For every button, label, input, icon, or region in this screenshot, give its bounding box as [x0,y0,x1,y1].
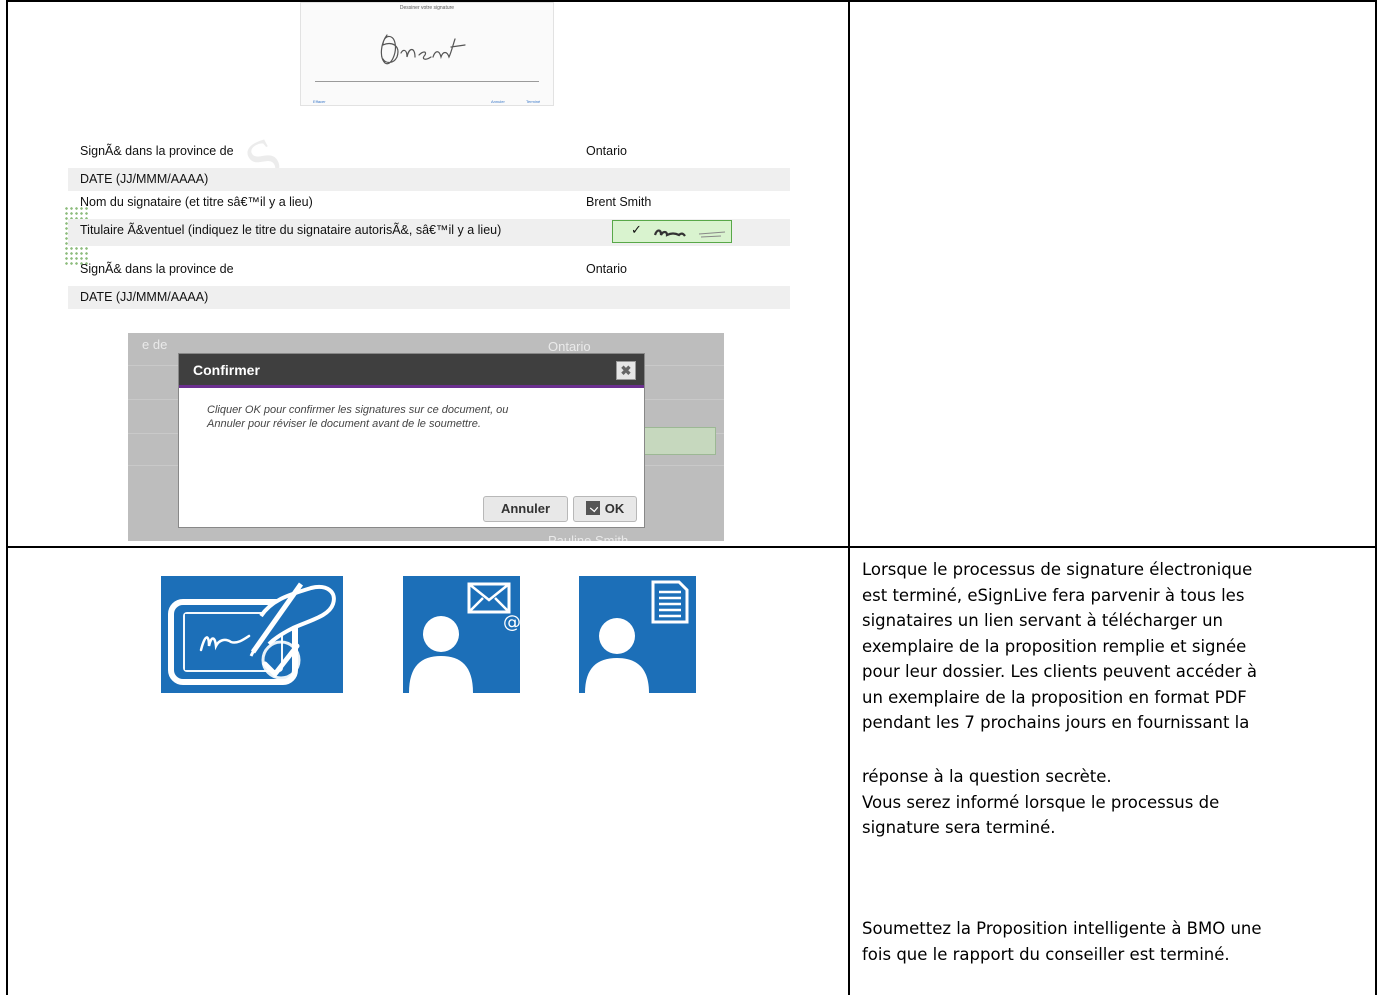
table-border-left [6,0,8,995]
text-line: un exemplaire de la proposition en forma… [862,687,1247,707]
info-paragraph: Lorsque le processus de signature électr… [862,557,1257,736]
form-row-label: Nom du signataire (et titre sâ€™il y a l… [80,195,313,209]
form-row: Nom du signataire (et titre sâ€™il y a l… [68,191,790,214]
text-line: signataires un lien servant à télécharge… [862,611,1223,630]
bg-signature-box [640,427,716,455]
form-row-label: SignÃ& dans la province de [80,262,234,276]
bg-text: Pauline Smith [548,533,629,541]
form-row: SignÃ& dans la province de Ontario [68,258,790,281]
table-border-top [6,0,1377,2]
signature-baseline [315,81,539,82]
form-row: SignÃ& dans la province de Ontario [68,140,790,163]
dialog-message-line: Cliquer OK pour confirmer les signatures… [207,404,509,416]
text-line: Lorsque le processus de signature électr… [862,560,1253,579]
form-row: DATE (JJ/MMM/AAAA) [68,168,790,191]
cancel-button[interactable]: Annuler [483,496,568,522]
user-email-icon: @ [403,576,520,693]
clear-button[interactable]: Effacer [313,99,326,104]
table-divider-vertical [848,0,850,995]
confirm-dialog-screenshot: e de Ontario Pauline Smith Confirmer ✖ C… [128,333,724,541]
confirm-icon [585,501,600,515]
handwritten-signature-icon [380,34,466,65]
user-document-icon [579,576,696,693]
text-line: réponse à la question secrète. [862,767,1112,786]
text-line: exemplaire de la proposition remplie et … [862,636,1247,656]
form-row-label: DATE (JJ/MMM/AAAA) [80,172,209,186]
dialog-message: Cliquer OK pour confirmer les signatures… [207,403,627,431]
form-row-value: Ontario [586,262,627,276]
info-paragraph: réponse à la question secrète. Vous sere… [862,764,1219,841]
text-line: pendant les 7 prochains jours en fournis… [862,713,1250,732]
signature-pad[interactable]: Dessiner votre signature Effacer Annuler… [300,2,554,106]
dialog-header: Confirmer ✖ [179,354,644,388]
done-button[interactable]: Terminé [526,99,540,104]
signed-signature-box[interactable]: ✓ [612,220,732,243]
svg-text:@: @ [503,612,520,633]
close-icon[interactable]: ✖ [616,361,636,380]
ok-label: OK [604,501,625,516]
form-row-label: DATE (JJ/MMM/AAAA) [80,290,209,304]
form-row-label: Titulaire Ã&ventuel (indiquez le titre d… [80,223,502,237]
text-line: Vous serez informé lorsque le processus … [862,792,1220,812]
text-line: est terminé, eSignLive fera parvenir à t… [862,585,1245,605]
table-border-right [1375,0,1377,995]
mini-signature-icon [653,229,726,238]
bg-text: e de [142,337,168,352]
table-divider-horizontal [6,546,1377,548]
form-row-value: Ontario [586,144,627,158]
bg-text: Ontario [548,339,591,354]
info-paragraph: Soumettez la Proposition intelligente à … [862,916,1262,967]
ok-button[interactable]: OK [573,496,637,522]
text-line: pour leur dossier. Les clients peuvent a… [862,662,1257,681]
check-icon: ✓ [631,222,642,237]
dialog-title: Confirmer [193,362,260,378]
sign-tablet-icon [161,576,343,693]
text-line: Soumettez la Proposition intelligente à … [862,919,1262,938]
form-row-value: Brent Smith [586,195,652,209]
dialog-message-line: Annuler pour réviser le document avant d… [207,418,481,430]
signature-pad-title: Dessiner votre signature [399,5,455,11]
text-line: signature sera terminé. [862,818,1056,837]
form-row-label: SignÃ& dans la province de [80,144,234,158]
text-line: fois que le rapport du conseiller est te… [862,944,1230,964]
confirm-dialog: Confirmer ✖ Cliquer OK pour confirmer le… [178,353,645,528]
form-row: DATE (JJ/MMM/AAAA) [68,286,790,309]
cancel-button[interactable]: Annuler [491,99,505,104]
